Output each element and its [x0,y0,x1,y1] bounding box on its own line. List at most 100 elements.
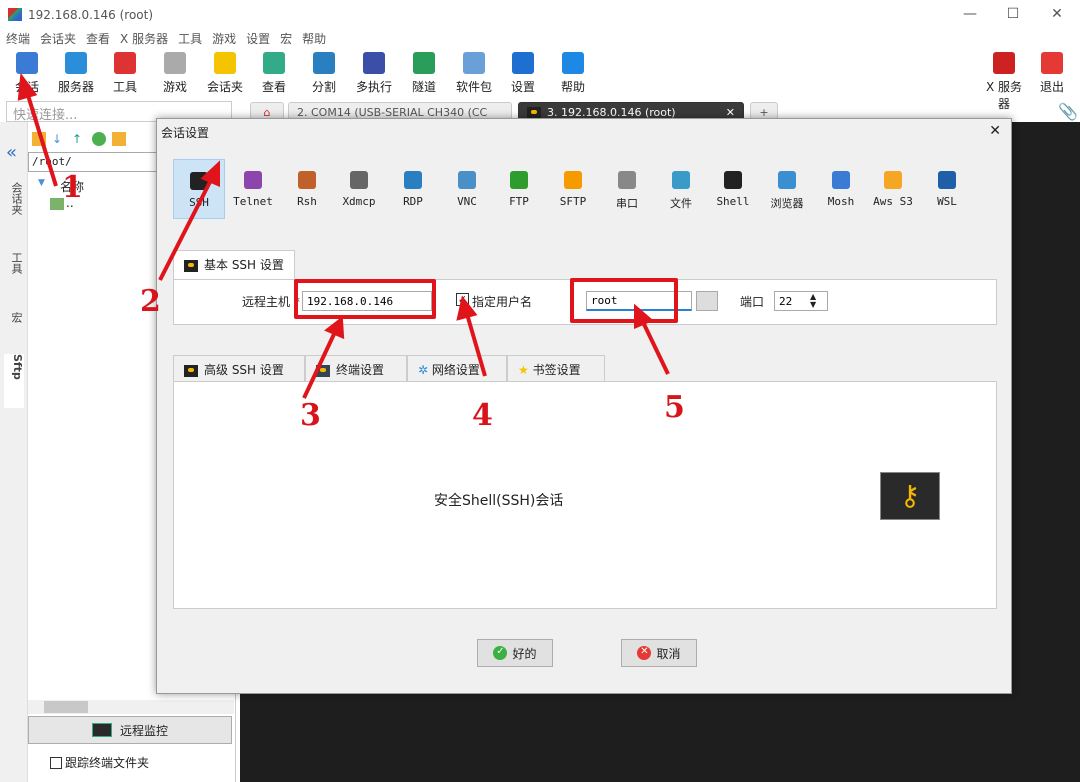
toolbar-label: 查看 [261,80,286,94]
follow-terminal-checkbox[interactable]: 跟踪终端文件夹 [50,754,149,771]
tab-terminal-settings[interactable]: 终端设置 [305,355,407,383]
side-tab-sftp[interactable]: Sftp [4,354,24,408]
menu-item[interactable]: 工具 [178,30,202,48]
protocol-icon [350,171,368,189]
port-input[interactable] [774,291,828,311]
folder-icon[interactable] [32,132,46,146]
toolbar-icon [214,52,236,74]
cancel-button[interactable]: ✕ 取消 [621,639,697,667]
annotation-1: 1 [62,170,83,205]
remote-monitor-button[interactable]: 远程监控 [28,716,232,744]
toolbar-icon [463,52,485,74]
tab-label: 终端设置 [336,363,385,377]
ssh-key-icon: ⚷ [880,472,940,520]
menu-item[interactable]: 宏 [280,30,292,48]
toolbar-button[interactable]: 工具 [101,50,149,95]
tab-network-settings[interactable]: ✲ 网络设置 [407,355,507,383]
menu-item[interactable]: 帮助 [302,30,326,48]
toolbar-label: 游戏 [162,80,187,94]
user-picker-icon[interactable] [696,291,718,311]
protocol-vnc[interactable]: VNC [441,159,493,219]
protocol-浏览器[interactable]: 浏览器 [761,159,813,219]
toolbar-button[interactable]: 查看 [250,50,298,95]
protocol-shell[interactable]: Shell [707,159,759,219]
tab-label: 书签设置 [532,363,581,377]
tab-basic-ssh[interactable]: 基本 SSH 设置 [173,250,295,280]
protocol-icon [190,172,208,190]
side-tab-tools[interactable]: 工具 [4,252,24,274]
protocol-aws-s3[interactable]: Aws S3 [867,159,919,219]
download-icon[interactable]: ↓ [52,132,66,146]
expand-icon[interactable]: ▼ [38,178,45,188]
toolbar-label: 工具 [112,80,137,94]
toolbar-button[interactable]: 退出 [1028,50,1076,95]
toolbar-button[interactable]: 隧道 [400,50,448,95]
protocol-icon [244,171,262,189]
highlight-username [570,278,678,323]
protocol-mosh[interactable]: Mosh [815,159,867,219]
toolbar-button[interactable]: 帮助 [549,50,597,95]
dialog-close-button[interactable]: ✕ [989,123,1001,139]
toolbar-icon [65,52,87,74]
menu-item[interactable]: 会话夹 [40,30,76,48]
toolbar-label: 服务器 [57,80,94,94]
tab-bookmark-settings[interactable]: ★ 书签设置 [507,355,605,383]
protocol-xdmcp[interactable]: Xdmcp [333,159,385,219]
protocol-sftp[interactable]: SFTP [547,159,599,219]
upload-icon[interactable]: ↑ [72,132,86,146]
protocol-telnet[interactable]: Telnet [227,159,279,219]
menu-item[interactable]: 终端 [6,30,30,48]
ok-button[interactable]: ✓ 好的 [477,639,553,667]
protocol-icon [404,171,422,189]
specify-username-checkbox[interactable]: ✓ [456,293,469,306]
attach-icon[interactable]: 📎 [1058,102,1078,121]
protocol-文件[interactable]: 文件 [655,159,707,219]
refresh-icon[interactable] [92,132,106,146]
protocol-icon [672,171,690,189]
menu-item[interactable]: X 服务器 [120,30,168,48]
close-button[interactable]: ✕ [1042,6,1072,22]
toolbar-button[interactable]: X 服务器 [980,50,1028,112]
protocol-串口[interactable]: 串口 [601,159,653,219]
toolbar-button[interactable]: 会话 [3,50,51,95]
minimize-button[interactable]: — [955,6,985,22]
menu-item[interactable]: 游戏 [212,30,236,48]
side-tab-sessions[interactable]: 会话夹 [4,182,24,215]
tab-label: 网络设置 [431,363,480,377]
protocol-label: Xdmcp [342,195,376,208]
toolbar-button[interactable]: 游戏 [151,50,199,95]
toolbar-button[interactable]: 服务器 [52,50,100,95]
port-stepper[interactable]: ▲ ▼ [810,293,816,309]
protocol-ssh[interactable]: SSH [173,159,225,219]
advanced-panel: 安全Shell(SSH)会话 ⚷ [173,381,997,609]
toolbar-button[interactable]: 软件包 [450,50,498,95]
new-folder-icon[interactable] [112,132,126,146]
side-tab-macros[interactable]: 宏 [4,312,24,323]
dialog-title: 会话设置 [161,126,210,140]
protocol-wsl[interactable]: WSL [921,159,973,219]
protocol-rdp[interactable]: RDP [387,159,439,219]
horizontal-scrollbar[interactable] [28,700,234,714]
side-tabs: « 会话夹 工具 宏 Sftp [0,122,28,782]
highlight-host [294,279,436,319]
session-description: 安全Shell(SSH)会话 [434,493,564,509]
collapse-icon[interactable]: « [6,142,17,163]
toolbar-icon [114,52,136,74]
menu-item[interactable]: 查看 [86,30,110,48]
annotation-3: 3 [300,398,321,433]
protocol-rsh[interactable]: Rsh [281,159,333,219]
toolbar-button[interactable]: 分割 [300,50,348,95]
protocol-ftp[interactable]: FTP [493,159,545,219]
tab-advanced-ssh[interactable]: 高级 SSH 设置 [173,355,305,383]
menu-item[interactable]: 设置 [246,30,270,48]
toolbar-label: 隧道 [411,80,436,94]
protocol-icon [458,171,476,189]
toolbar-button[interactable]: 多执行 [350,50,398,95]
protocol-icon [298,171,316,189]
star-icon: ★ [518,363,533,377]
toolbar-button[interactable]: 会话夹 [201,50,249,95]
follow-label: 跟踪终端文件夹 [65,756,150,770]
toolbar-button[interactable]: 设置 [499,50,547,95]
maximize-button[interactable]: ☐ [998,6,1028,22]
protocol-label: Telnet [233,195,273,208]
